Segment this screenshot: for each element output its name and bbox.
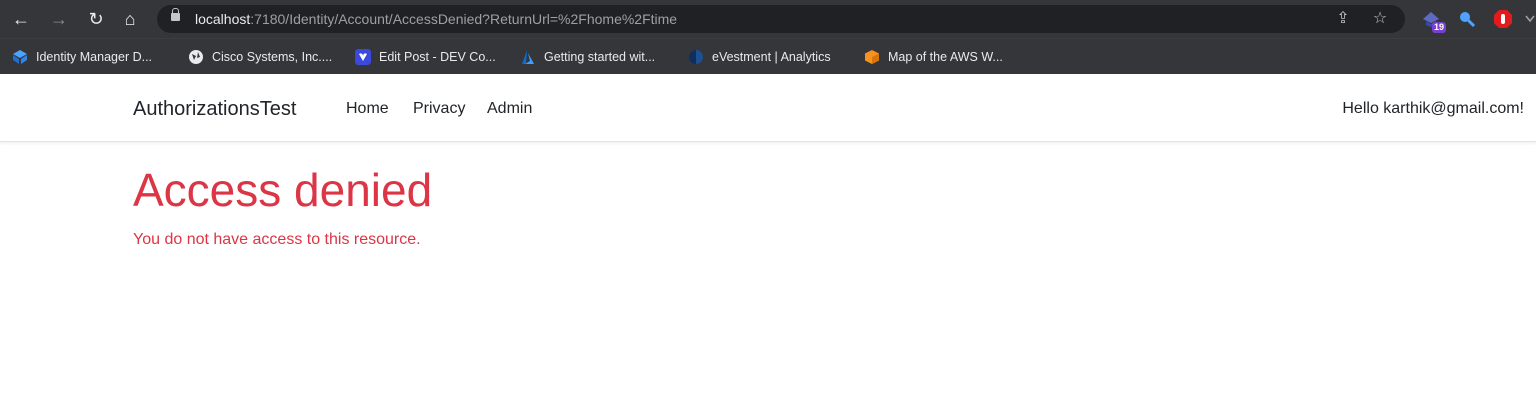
azure-icon xyxy=(522,50,534,64)
user-greeting[interactable]: Hello karthik@gmail.com! xyxy=(1342,99,1524,119)
bookmark-label: Cisco Systems, Inc.... xyxy=(212,50,333,64)
bookmark-cisco[interactable]: Cisco Systems, Inc.... xyxy=(188,46,332,68)
bookmark-evestment[interactable]: eVestment | Analytics xyxy=(688,46,831,68)
reload-icon[interactable]: ↻ xyxy=(84,7,108,31)
extension-badge-count: 19 xyxy=(1431,22,1446,33)
bookmark-label: Map of the AWS W... xyxy=(888,50,1003,64)
share-icon[interactable]: ⇪ xyxy=(1332,8,1354,30)
lock-icon[interactable] xyxy=(171,8,180,21)
evestment-icon xyxy=(689,50,703,64)
extension-blocker-icon[interactable] xyxy=(1492,8,1514,30)
url-path: :7180/Identity/Account/AccessDenied?Retu… xyxy=(250,11,678,27)
extension-hat-icon[interactable]: 19 xyxy=(1420,8,1446,33)
identity-manager-icon xyxy=(13,50,27,64)
bookmark-label: Identity Manager D... xyxy=(36,50,153,64)
extension-pin-icon[interactable] xyxy=(1456,8,1478,30)
bookmark-label: Getting started wit... xyxy=(544,50,656,64)
back-icon[interactable]: ← xyxy=(9,7,33,31)
page-title: Access denied xyxy=(133,164,433,216)
forward-icon[interactable]: → xyxy=(47,7,71,31)
url-text[interactable]: localhost:7180/Identity/Account/AccessDe… xyxy=(195,10,677,28)
chevron-down-icon[interactable] xyxy=(1524,8,1536,30)
bookmark-star-icon[interactable]: ☆ xyxy=(1369,8,1391,30)
bookmark-aws-map[interactable]: Map of the AWS W... xyxy=(864,46,1003,68)
nav-privacy[interactable]: Privacy xyxy=(413,99,465,119)
bookmark-getting-started[interactable]: Getting started wit... xyxy=(520,46,655,68)
site-navbar: AuthorizationsTest Home Privacy Admin He… xyxy=(0,75,1536,142)
nav-admin[interactable]: Admin xyxy=(487,99,532,119)
globe-icon xyxy=(189,50,203,64)
browser-toolbar: ← → ↻ ⌂ localhost:7180/Identity/Account/… xyxy=(0,0,1536,38)
bookmark-label: Edit Post - DEV Co... xyxy=(379,50,496,64)
bookmarks-bar: Identity Manager D... Cisco Systems, Inc… xyxy=(0,38,1536,74)
bookmark-label: eVestment | Analytics xyxy=(712,50,831,64)
dev-community-icon xyxy=(355,49,371,65)
bookmark-dev-edit-post[interactable]: Edit Post - DEV Co... xyxy=(355,46,496,68)
aws-cube-icon xyxy=(865,50,879,64)
access-denied-message: You do not have access to this resource. xyxy=(133,231,421,248)
url-host: localhost xyxy=(195,11,251,27)
home-icon[interactable]: ⌂ xyxy=(118,7,142,31)
nav-home[interactable]: Home xyxy=(346,99,389,119)
address-bar[interactable]: localhost:7180/Identity/Account/AccessDe… xyxy=(157,5,1405,33)
brand-link[interactable]: AuthorizationsTest xyxy=(133,97,296,121)
bookmark-identity-manager[interactable]: Identity Manager D... xyxy=(12,46,152,68)
